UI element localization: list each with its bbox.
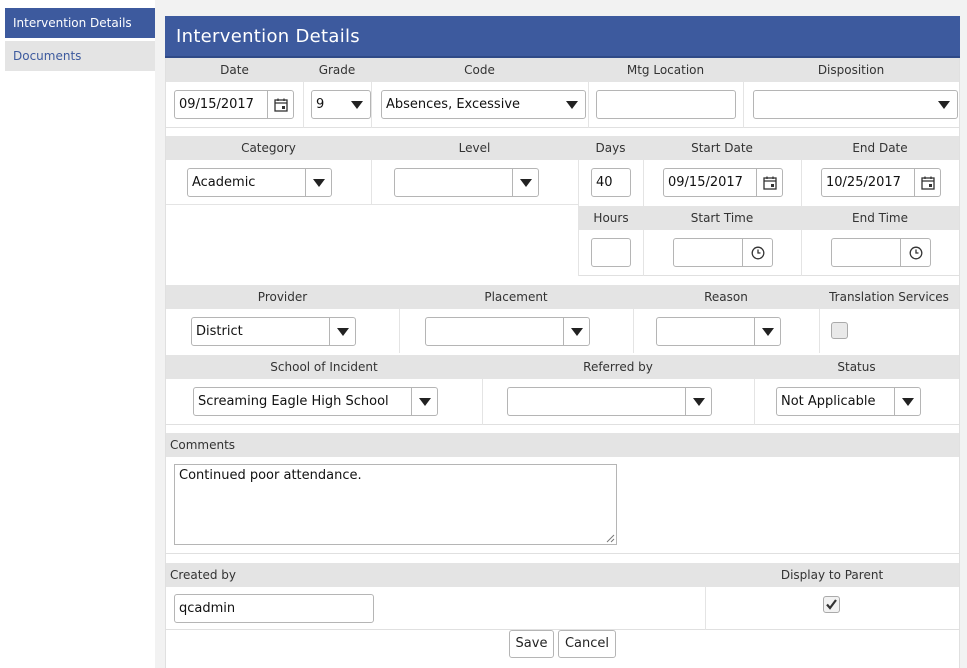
sidebar-item-documents[interactable]: Documents <box>5 41 155 71</box>
checkmark-icon <box>826 599 837 610</box>
placement-select[interactable] <box>425 317 590 346</box>
category-label: Category <box>241 141 296 155</box>
divider <box>399 309 400 353</box>
reason-label: Reason <box>704 290 748 304</box>
sidebar-item-intervention-details[interactable]: Intervention Details <box>5 8 155 38</box>
chevron-down-icon[interactable] <box>754 318 780 345</box>
hours-label: Hours <box>593 211 629 225</box>
chevron-down-icon[interactable] <box>512 169 538 196</box>
provider-label: Provider <box>257 290 308 304</box>
status-value: Not Applicable <box>781 394 876 409</box>
school-of-incident-label: School of Incident <box>270 360 378 374</box>
chevron-down-icon[interactable] <box>344 91 370 118</box>
end-time-label: End Time <box>852 211 908 225</box>
reason-select[interactable] <box>656 317 781 346</box>
divider <box>371 160 372 204</box>
referred-by-label: Referred by <box>583 360 653 374</box>
placement-label: Placement <box>484 290 548 304</box>
translation-services-label: Translation Services <box>829 290 949 304</box>
divider <box>743 82 744 128</box>
empty-area <box>166 204 578 276</box>
disposition-select[interactable] <box>753 90 958 119</box>
code-select[interactable]: Absences, Excessive <box>381 90 586 119</box>
level-label: Level <box>458 141 491 155</box>
calendar-icon[interactable] <box>914 169 940 196</box>
level-select[interactable] <box>394 168 539 197</box>
created-by-input[interactable]: qcadmin <box>174 594 374 623</box>
provider-select[interactable]: District <box>191 317 356 346</box>
divider <box>588 82 589 128</box>
mtg-location-input[interactable] <box>596 90 736 119</box>
clock-icon[interactable] <box>742 239 772 266</box>
end-time-field[interactable] <box>831 238 931 267</box>
days-input[interactable]: 40 <box>591 168 631 197</box>
sidebar: Intervention Details Documents <box>0 0 155 668</box>
calendar-icon[interactable] <box>267 91 293 118</box>
days-label: Days <box>595 141 626 155</box>
date-field[interactable]: 09/15/2017 <box>174 90 294 119</box>
hours-input[interactable] <box>591 238 631 267</box>
provider-value: District <box>196 324 243 339</box>
display-to-parent-checkbox[interactable] <box>823 596 840 613</box>
chevron-down-icon[interactable] <box>563 318 589 345</box>
resize-grip-icon[interactable] <box>606 534 615 543</box>
status-select[interactable]: Not Applicable <box>776 387 921 416</box>
grade-label: Grade <box>318 63 356 77</box>
end-date-label: End Date <box>852 141 908 155</box>
divider <box>633 309 634 353</box>
code-label: Code <box>464 63 495 77</box>
divider <box>303 82 304 128</box>
days-value: 40 <box>596 175 613 190</box>
date-label: Date <box>220 63 249 77</box>
clock-icon[interactable] <box>900 239 930 266</box>
chevron-down-icon[interactable] <box>894 388 920 415</box>
comments-textarea[interactable]: Continued poor attendance. <box>174 464 617 545</box>
code-value: Absences, Excessive <box>386 97 521 112</box>
disposition-label: Disposition <box>817 63 885 77</box>
chevron-down-icon[interactable] <box>685 388 711 415</box>
grade-select[interactable]: 9 <box>311 90 371 119</box>
chevron-down-icon[interactable] <box>305 169 331 196</box>
divider <box>705 587 706 630</box>
chevron-down-icon[interactable] <box>931 91 957 118</box>
page-title: Intervention Details <box>165 16 960 58</box>
created-by-label: Created by <box>170 568 237 582</box>
category-value: Academic <box>192 175 256 190</box>
chevron-down-icon[interactable] <box>411 388 437 415</box>
start-time-label: Start Time <box>690 211 754 225</box>
save-button[interactable]: Save <box>509 630 554 658</box>
calendar-icon[interactable] <box>756 169 782 196</box>
category-select[interactable]: Academic <box>187 168 332 197</box>
school-of-incident-select[interactable]: Screaming Eagle High School <box>193 387 438 416</box>
created-by-value: qcadmin <box>179 601 236 616</box>
divider <box>754 379 755 425</box>
start-time-field[interactable] <box>673 238 773 267</box>
divider <box>482 379 483 425</box>
start-date-field[interactable]: 09/15/2017 <box>663 168 783 197</box>
date-value: 09/15/2017 <box>179 97 254 112</box>
comments-label: Comments <box>170 438 236 452</box>
divider <box>819 309 820 353</box>
status-label: Status <box>837 360 876 374</box>
grade-value: 9 <box>316 97 325 112</box>
divider <box>371 82 372 128</box>
translation-services-checkbox[interactable] <box>831 322 848 339</box>
start-date-label: Start Date <box>691 141 753 155</box>
referred-by-select[interactable] <box>507 387 712 416</box>
chevron-down-icon[interactable] <box>329 318 355 345</box>
school-of-incident-value: Screaming Eagle High School <box>198 394 389 409</box>
end-date-field[interactable]: 10/25/2017 <box>821 168 941 197</box>
start-date-value: 09/15/2017 <box>668 175 743 190</box>
comments-value: Continued poor attendance. <box>179 468 362 483</box>
mtg-location-label: Mtg Location <box>626 63 705 77</box>
end-date-value: 10/25/2017 <box>826 175 901 190</box>
chevron-down-icon[interactable] <box>559 91 585 118</box>
display-to-parent-label: Display to Parent <box>780 568 884 582</box>
cancel-button[interactable]: Cancel <box>558 630 616 658</box>
